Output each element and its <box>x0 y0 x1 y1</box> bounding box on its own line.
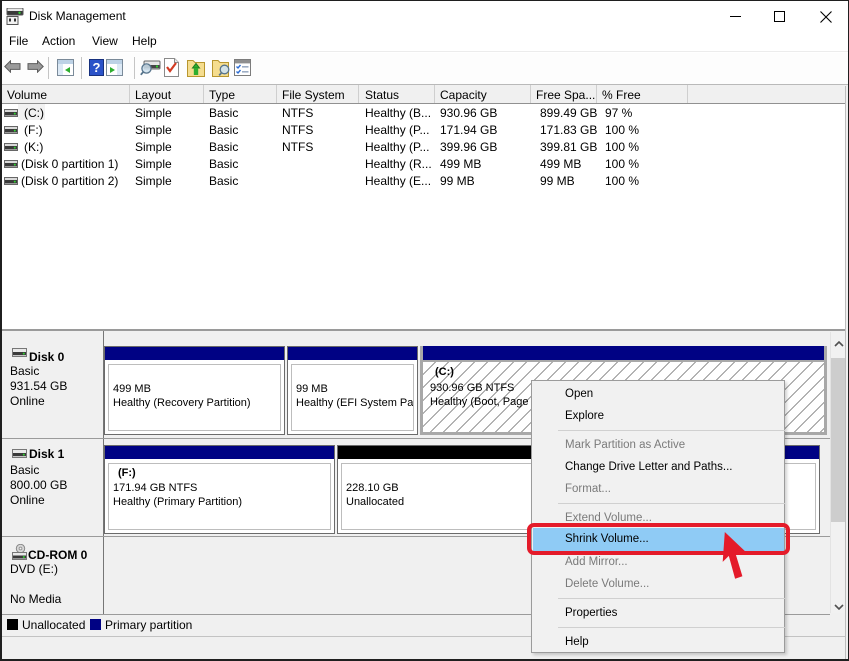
svg-text:?: ? <box>93 60 101 75</box>
